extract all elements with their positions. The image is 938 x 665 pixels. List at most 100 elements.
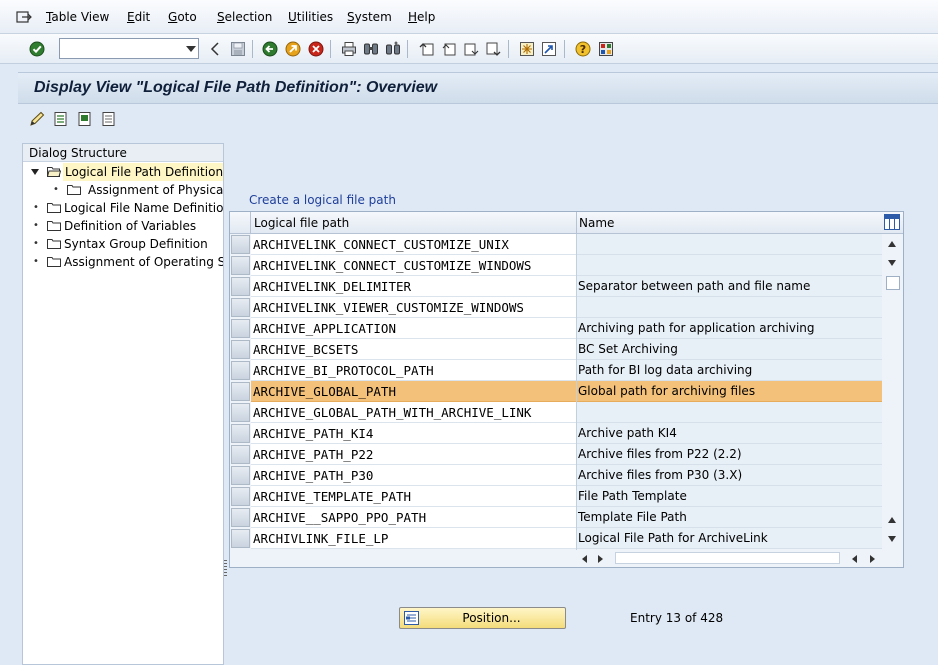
table-row[interactable]: ARCHIVE_APPLICATION Archiving path for ap… [230, 318, 882, 339]
cell-name[interactable] [577, 234, 882, 255]
next-page-button[interactable] [462, 40, 480, 58]
find-next-button[interactable] [384, 40, 402, 58]
menu-system[interactable]: System [347, 10, 392, 24]
table-row[interactable]: ARCHIVE_PATH_P30 Archive files from P30 (… [230, 465, 882, 486]
menu-utilities[interactable]: Utilities [288, 10, 333, 24]
cell-logical-file-path[interactable]: ARCHIVE_PATH_P30 [251, 465, 576, 486]
scroll-down-icon[interactable] [888, 260, 896, 266]
menu-exit-icon[interactable] [16, 10, 32, 24]
row-selector[interactable] [231, 445, 250, 464]
command-field[interactable] [59, 38, 199, 59]
cell-logical-file-path[interactable]: ARCHIVELINK_CONNECT_CUSTOMIZE_WINDOWS [251, 255, 576, 276]
cell-logical-file-path[interactable]: ARCHIVE_TEMPLATE_PATH [251, 486, 576, 507]
cell-logical-file-path[interactable]: ARCHIVE__SAPPO_PPO_PATH [251, 507, 576, 528]
table-row[interactable]: ARCHIVELINK_CONNECT_CUSTOMIZE_UNIX [230, 234, 882, 255]
cell-name[interactable]: Archive files from P22 (2.2) [577, 444, 882, 465]
menu-edit[interactable]: Edit [127, 10, 150, 24]
position-button[interactable]: Position... [399, 607, 566, 629]
cell-name[interactable] [577, 402, 882, 423]
cell-name[interactable]: Archive path KI4 [577, 423, 882, 444]
history-back-button[interactable] [206, 40, 224, 58]
cancel-button[interactable] [307, 40, 325, 58]
menu-selection[interactable]: Selection [217, 10, 272, 24]
scroll-right-icon[interactable] [870, 555, 875, 563]
scroll-up-icon[interactable] [888, 517, 896, 523]
cell-name[interactable]: Separator between path and file name [577, 276, 882, 297]
tree-item-assignment-operating-system[interactable]: • Assignment of Operating System to Synt… [23, 253, 223, 271]
tree-item-logical-file-path-definition[interactable]: Logical File Path Definition [23, 163, 223, 181]
cell-logical-file-path[interactable]: ARCHIVE_PATH_P22 [251, 444, 576, 465]
display-change-button[interactable] [28, 110, 46, 128]
table-row[interactable]: ARCHIVE__SAPPO_PPO_PATH Template File Pat… [230, 507, 882, 528]
cell-logical-file-path[interactable]: ARCHIVE_BI_PROTOCOL_PATH [251, 360, 576, 381]
cell-logical-file-path[interactable]: ARCHIVELINK_DELIMITER [251, 276, 576, 297]
table-row[interactable]: ARCHIVE_PATH_KI4 Archive path KI4 [230, 423, 882, 444]
table-row[interactable]: ARCHIVE_GLOBAL_PATH Global path for archi… [230, 381, 882, 402]
tree-item-definition-of-variables[interactable]: • Definition of Variables [23, 217, 223, 235]
print-button[interactable] [340, 40, 358, 58]
scroll-left-icon[interactable] [852, 555, 857, 563]
cell-logical-file-path[interactable]: ARCHIVE_BCSETS [251, 339, 576, 360]
cell-name[interactable]: Archive files from P30 (3.X) [577, 465, 882, 486]
cell-name[interactable]: File Path Template [577, 486, 882, 507]
deselect-all-button[interactable] [100, 110, 118, 128]
cell-name[interactable] [577, 255, 882, 276]
table-row[interactable]: ARCHIVE_BCSETS BC Set Archiving [230, 339, 882, 360]
table-row[interactable]: ARCHIVELINK_DELIMITER Separator between p… [230, 276, 882, 297]
cell-name[interactable]: BC Set Archiving [577, 339, 882, 360]
cell-name[interactable]: Logical File Path for ArchiveLink [577, 528, 882, 549]
row-selector[interactable] [231, 382, 250, 401]
menu-help[interactable]: Help [408, 10, 435, 24]
cell-logical-file-path[interactable]: ARCHIVE_APPLICATION [251, 318, 576, 339]
cell-name[interactable]: Template File Path [577, 507, 882, 528]
table-row[interactable]: ARCHIVELINK_CONNECT_CUSTOMIZE_WINDOWS [230, 255, 882, 276]
column-header-name[interactable]: Name [579, 216, 614, 230]
cell-logical-file-path[interactable]: ARCHIVELINK_CONNECT_CUSTOMIZE_UNIX [251, 234, 576, 255]
cell-logical-file-path[interactable]: ARCHIVELINK_VIEWER_CUSTOMIZE_WINDOWS [251, 297, 576, 318]
table-row[interactable]: ARCHIVELINK_VIEWER_CUSTOMIZE_WINDOWS [230, 297, 882, 318]
horizontal-scroll-track[interactable] [615, 552, 840, 564]
find-button[interactable] [362, 40, 380, 58]
row-selector[interactable] [231, 403, 250, 422]
select-all-button[interactable] [52, 110, 70, 128]
back-button[interactable] [261, 40, 279, 58]
column-header-logical-file-path[interactable]: Logical file path [254, 216, 349, 230]
customize-layout-button[interactable] [597, 40, 615, 58]
row-selector[interactable] [231, 277, 250, 296]
scroll-thumb[interactable] [886, 276, 900, 290]
table-row[interactable]: ARCHIVE_TEMPLATE_PATH File Path Template [230, 486, 882, 507]
cell-logical-file-path[interactable]: ARCHIVE_PATH_KI4 [251, 423, 576, 444]
table-row[interactable]: ARCHIVE_GLOBAL_PATH_WITH_ARCHIVE_LINK [230, 402, 882, 423]
row-selector[interactable] [231, 466, 250, 485]
tree-item-assignment-physical-paths[interactable]: • Assignment of Physical Paths to Logica… [23, 181, 223, 199]
cell-name[interactable] [577, 297, 882, 318]
row-selector[interactable] [231, 319, 250, 338]
cell-logical-file-path[interactable]: ARCHIVE_GLOBAL_PATH [251, 381, 576, 402]
first-page-button[interactable] [418, 40, 436, 58]
row-selector[interactable] [231, 235, 250, 254]
cell-logical-file-path[interactable]: ARCHIVE_GLOBAL_PATH_WITH_ARCHIVE_LINK [251, 402, 576, 423]
tree-item-logical-file-name-definition[interactable]: • Logical File Name Definition, Cross-Cl… [23, 199, 223, 217]
row-selector[interactable] [231, 529, 250, 548]
row-selector[interactable] [231, 298, 250, 317]
enter-button[interactable] [28, 40, 46, 58]
last-page-button[interactable] [484, 40, 502, 58]
create-session-button[interactable] [518, 40, 536, 58]
row-selector[interactable] [231, 424, 250, 443]
shortcut-button[interactable] [540, 40, 558, 58]
tree-item-syntax-group-definition[interactable]: • Syntax Group Definition [23, 235, 223, 253]
table-row[interactable]: ARCHIVE_BI_PROTOCOL_PATH Path for BI log … [230, 360, 882, 381]
scroll-left-icon[interactable] [582, 555, 587, 563]
horizontal-scrollbar[interactable] [230, 550, 903, 567]
table-row[interactable]: ARCHIVLINK_FILE_LP Logical File Path for … [230, 528, 882, 549]
table-settings-icon[interactable] [884, 214, 900, 230]
menu-goto[interactable]: Goto [168, 10, 197, 24]
row-selector[interactable] [231, 487, 250, 506]
vertical-scrollbar[interactable] [884, 234, 902, 550]
previous-page-button[interactable] [440, 40, 458, 58]
cell-name[interactable]: Path for BI log data archiving [577, 360, 882, 381]
scroll-down-icon[interactable] [888, 536, 896, 542]
chevron-down-icon[interactable] [186, 46, 196, 52]
cell-logical-file-path[interactable]: ARCHIVLINK_FILE_LP [251, 528, 576, 549]
scroll-right-icon[interactable] [598, 555, 603, 563]
